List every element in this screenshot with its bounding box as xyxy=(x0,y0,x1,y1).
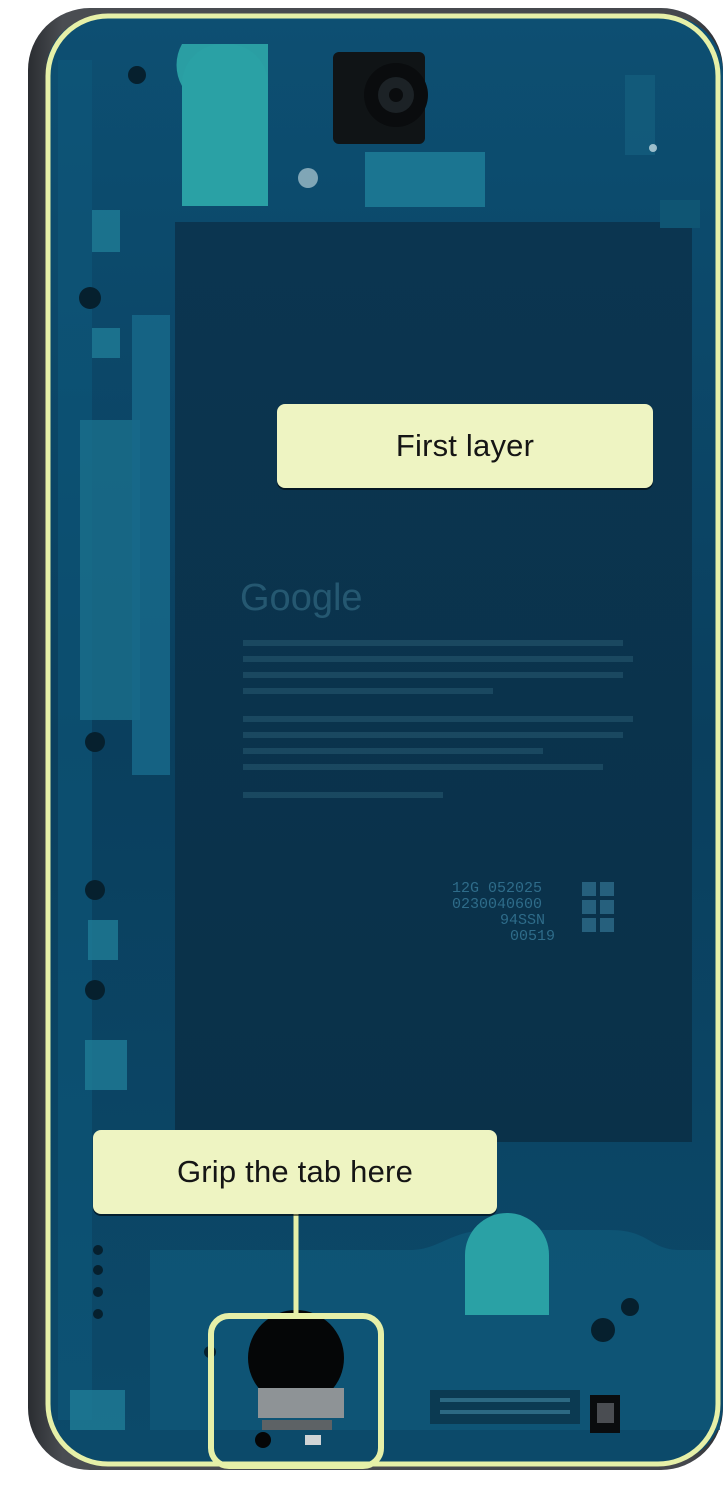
svg-text:12G 052025: 12G 052025 xyxy=(452,880,542,897)
teal-pad-bottom xyxy=(465,1213,549,1315)
svg-text:00519: 00519 xyxy=(510,928,555,945)
callout-first-layer: First layer xyxy=(277,404,653,488)
phone-illustration: Google 12G 052025 0230040600 94SSN 00519 xyxy=(28,8,723,1470)
pull-tab xyxy=(258,1388,344,1418)
battery-panel xyxy=(175,222,692,1142)
left-bracket-tall xyxy=(132,315,170,775)
svg-text:0230040600: 0230040600 xyxy=(452,896,542,913)
svg-text:94SSN: 94SSN xyxy=(500,912,545,929)
left-bracket xyxy=(80,420,140,720)
google-imprint: Google xyxy=(240,577,363,619)
phone-photo: Google 12G 052025 0230040600 94SSN 00519 xyxy=(0,0,723,1480)
callout-grip-tab: Grip the tab here xyxy=(93,1130,497,1214)
